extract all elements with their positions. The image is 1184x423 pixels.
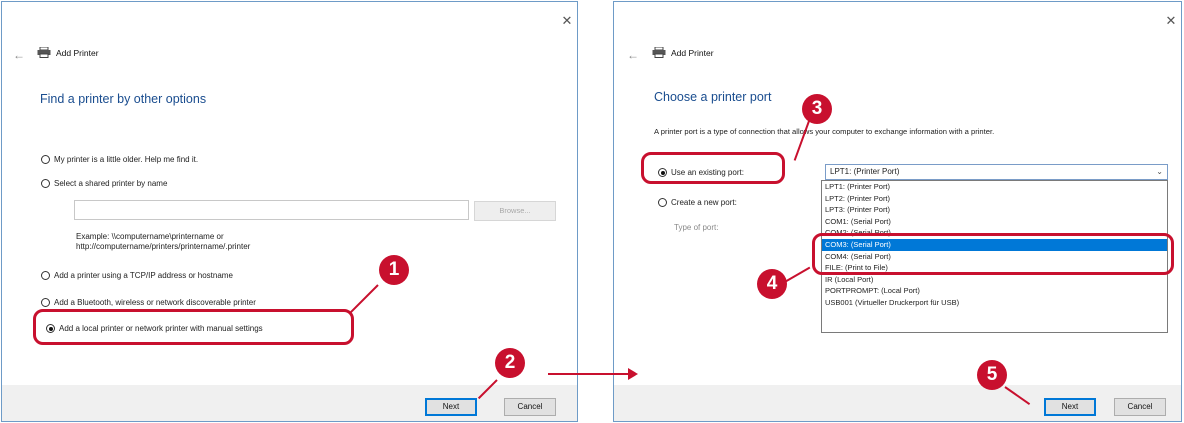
create-new-port-label: Create a new port:	[671, 198, 737, 207]
close-icon[interactable]: ✕	[560, 14, 574, 28]
option-label-tcpip-printer: Add a printer using a TCP/IP address or …	[54, 271, 233, 280]
port-select[interactable]: LPT1: (Printer Port) ⌄	[825, 164, 1168, 180]
browse-button: Browse...	[474, 201, 556, 221]
printer-icon	[652, 47, 666, 58]
step-marker-1: 1	[379, 255, 409, 285]
port-option[interactable]: LPT1: (Printer Port)	[822, 181, 1167, 193]
port-option[interactable]: LPT3: (Printer Port)	[822, 204, 1167, 216]
window-title: Add Printer	[56, 48, 99, 58]
highlight-local-printer-option	[33, 309, 354, 345]
dialog-footer: Next Cancel	[2, 385, 577, 421]
radio-tcpip-printer[interactable]	[41, 271, 50, 280]
back-arrow-icon[interactable]: ←	[13, 48, 25, 62]
add-printer-dialog-find: ✕ ← Add Printer Find a printer by other …	[1, 1, 578, 422]
page-heading: Find a printer by other options	[40, 92, 207, 106]
option-label-older-printer: My printer is a little older. Help me fi…	[54, 155, 199, 164]
page-heading: Choose a printer port	[654, 90, 772, 104]
example-text-line2: http://computername/printers/printername…	[76, 242, 251, 251]
close-icon[interactable]: ✕	[1164, 14, 1178, 28]
shared-printer-name-input[interactable]	[74, 200, 469, 220]
port-option[interactable]: IR (Local Port)	[822, 274, 1167, 286]
port-select-value: LPT1: (Printer Port)	[830, 167, 900, 176]
radio-shared-printer[interactable]	[41, 179, 50, 188]
port-option[interactable]: USB001 (Virtueller Druckerport für USB)	[822, 297, 1167, 309]
add-printer-dialog-port: ✕ ← Add Printer Choose a printer port A …	[613, 1, 1182, 422]
step-marker-2: 2	[495, 348, 525, 378]
back-arrow-icon[interactable]: ←	[627, 48, 639, 62]
option-label-shared-printer: Select a shared printer by name	[54, 179, 168, 188]
radio-bluetooth-printer[interactable]	[41, 298, 50, 307]
step-marker-3: 3	[802, 94, 832, 124]
port-option[interactable]: LPT2: (Printer Port)	[822, 193, 1167, 205]
radio-create-new-port[interactable]	[658, 198, 667, 207]
port-option[interactable]: PORTPROMPT: (Local Port)	[822, 285, 1167, 297]
highlight-use-existing-port	[641, 152, 785, 184]
port-description: A printer port is a type of connection t…	[654, 127, 995, 136]
radio-older-printer[interactable]	[41, 155, 50, 164]
example-text-line1: Example: \\computername\printername or	[76, 232, 224, 241]
flow-arrow-icon	[548, 368, 638, 380]
cancel-button[interactable]: Cancel	[1114, 398, 1166, 416]
highlight-com-port-options	[812, 233, 1174, 275]
step-marker-4: 4	[757, 269, 787, 299]
option-label-bluetooth-printer: Add a Bluetooth, wireless or network dis…	[54, 298, 256, 307]
chevron-down-icon[interactable]: ⌄	[1156, 165, 1163, 179]
step-marker-5: 5	[977, 360, 1007, 390]
next-button[interactable]: Next	[425, 398, 477, 416]
printer-icon	[37, 47, 51, 58]
window-title: Add Printer	[671, 48, 714, 58]
port-option[interactable]: COM1: (Serial Port)	[822, 216, 1167, 228]
next-button[interactable]: Next	[1044, 398, 1096, 416]
type-of-port-label: Type of port:	[674, 223, 719, 232]
cancel-button[interactable]: Cancel	[504, 398, 556, 416]
dialog-footer: Next Cancel	[614, 385, 1181, 421]
